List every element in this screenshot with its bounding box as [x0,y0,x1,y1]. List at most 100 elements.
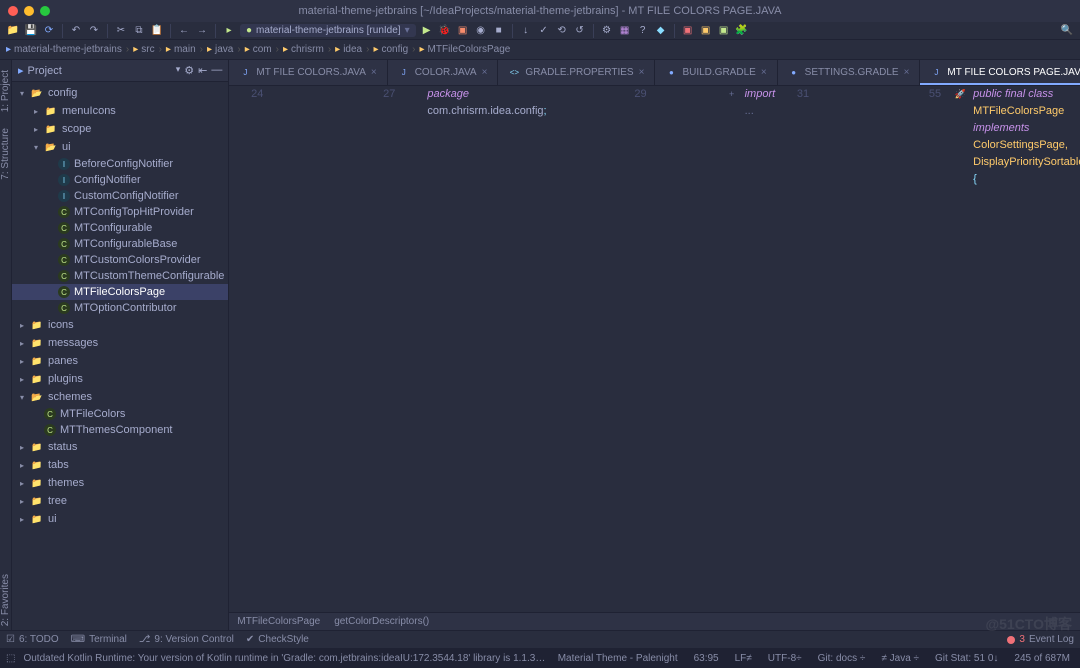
code-line[interactable]: 24 [229,86,295,612]
panel-dropdown-icon[interactable]: ▾ [176,64,181,77]
status-memory[interactable]: 245 of 687M [1010,653,1074,664]
tool-checkstyle[interactable]: ✔CheckStyle [246,634,309,645]
close-tab-icon[interactable]: × [904,67,910,78]
code-line[interactable] [547,86,613,612]
status-git-stat[interactable]: Git Stat: 51 0↓ [931,653,1002,664]
tree-item[interactable]: CMTFileColors [12,406,228,422]
open-icon[interactable]: 📁 [6,24,20,38]
tool-event-log[interactable]: 3Event Log [1007,634,1074,645]
tool-terminal[interactable]: ⌨Terminal [71,634,127,645]
tree-item[interactable]: CMTConfigTopHitProvider [12,204,228,220]
stop-icon[interactable]: ■ [492,24,506,38]
tree-item[interactable]: ▸📁plugins [12,370,228,388]
status-context[interactable]: ≠ Java ÷ [877,653,923,664]
code-line[interactable]: 29 [613,86,679,612]
gutter-mark[interactable] [339,86,357,612]
close-tab-icon[interactable]: × [639,67,645,78]
status-line-sep[interactable]: LF≠ [731,653,756,664]
cut-icon[interactable]: ✂ [114,24,128,38]
build-icon[interactable]: ▸ [222,24,236,38]
tree-item[interactable]: CMTFileColorsPage [12,284,228,300]
settings-gear-icon[interactable]: ⚙ [600,24,614,38]
tree-item[interactable]: CMTThemesComponent [12,422,228,438]
crumb-class[interactable]: MTFileColorsPage [237,616,320,627]
chevron-right-icon[interactable]: ▸ [20,321,30,330]
code-line[interactable]: 27package com.chrisrm.idea.config; [361,86,546,612]
search-everywhere-icon[interactable]: 🔍 [1060,24,1074,38]
status-caret-pos[interactable]: 63:95 [690,653,723,664]
chevron-down-icon[interactable]: ▾ [20,393,30,402]
code-line[interactable]: 55🚀public final class MTFileColorsPage i… [907,86,1080,612]
paste-icon[interactable]: 📋 [150,24,164,38]
editor-tab[interactable]: JMT FILE COLORS PAGE.JAVA× [920,60,1080,85]
breadcrumb-segment[interactable]: ▸chrisrm [283,44,324,55]
chevron-right-icon[interactable]: ▸ [20,497,30,506]
gutter-mark[interactable] [273,86,291,612]
run-configuration-selector[interactable]: ● material-theme-jetbrains [runIde] ▾ [240,24,416,37]
tree-item[interactable]: CMTOptionContributor [12,300,228,316]
tree-item[interactable]: CMTCustomThemeConfigurable [12,268,228,284]
chevron-right-icon[interactable]: ▸ [20,339,30,348]
tree-item[interactable]: IBeforeConfigNotifier [12,156,228,172]
breadcrumb-segment[interactable]: ▸main [166,44,196,55]
tree-item[interactable]: IConfigNotifier [12,172,228,188]
editor-tab[interactable]: JMT FILE COLORS.JAVA× [229,60,387,85]
code-line[interactable] [841,86,907,612]
status-theme[interactable]: Material Theme - Palenight [554,653,682,664]
coverage-icon[interactable]: ▣ [456,24,470,38]
close-tab-icon[interactable]: × [482,67,488,78]
plugin-icon[interactable]: ▦ [618,24,632,38]
panel-collapse-icon[interactable]: ⇤ [198,64,207,77]
status-git-branch[interactable]: Git: docs ÷ [814,653,870,664]
chevron-right-icon[interactable]: ▸ [20,461,30,470]
undo-icon[interactable]: ↶ [69,24,83,38]
panel-settings-icon[interactable]: ⚙ [184,64,194,77]
profile-icon[interactable]: ◉ [474,24,488,38]
tree-item[interactable]: ▸📁tree [12,492,228,510]
status-icon[interactable]: ⬚ [6,653,15,664]
tree-item[interactable]: CMTConfigurableBase [12,236,228,252]
tree-item[interactable]: ▸📁tabs [12,456,228,474]
tree-item[interactable]: ▸📁themes [12,474,228,492]
tool-favorites[interactable]: 2: Favorites [0,570,11,630]
gutter-mark[interactable]: + [723,86,741,612]
breadcrumb-segment[interactable]: ▸idea [335,44,362,55]
crumb-method[interactable]: getColorDescriptors() [334,616,429,627]
chevron-right-icon[interactable]: ▸ [34,125,44,134]
tree-item[interactable]: ICustomConfigNotifier [12,188,228,204]
tool-project[interactable]: 1: Project [0,66,11,116]
tree-item[interactable]: ▾📂config [12,84,228,102]
tree-item[interactable]: ▸📁icons [12,316,228,334]
run-icon[interactable]: ▶ [420,24,434,38]
chevron-right-icon[interactable]: ▸ [20,479,30,488]
save-icon[interactable]: 💾 [24,24,38,38]
tool-structure[interactable]: 7: Structure [0,124,11,184]
copy-icon[interactable]: ⧉ [132,24,146,38]
help-icon[interactable]: ? [636,24,650,38]
tool-todo[interactable]: ☑6: TODO [6,634,59,645]
breadcrumb-segment[interactable]: ▸material-theme-jetbrains [6,44,122,55]
maximize-window-icon[interactable] [40,6,50,16]
breadcrumb-segment[interactable]: ▸config [373,44,408,55]
code-line[interactable]: +import ... [679,86,776,612]
redo-icon[interactable]: ↷ [87,24,101,38]
theme-icon[interactable]: ◆ [654,24,668,38]
tool-version-control[interactable]: ⎇9: Version Control [139,634,234,645]
vcs-update-icon[interactable]: ↓ [519,24,533,38]
tree-item[interactable]: CMTConfigurable [12,220,228,236]
vcs-commit-icon[interactable]: ✓ [537,24,551,38]
chevron-down-icon[interactable]: ▾ [20,89,30,98]
back-icon[interactable]: ← [177,24,191,38]
editor-tab[interactable]: ●BUILD.GRADLE× [655,60,777,85]
gutter-mark[interactable] [657,86,675,612]
mt-icon-4[interactable]: 🧩 [735,24,749,38]
mt-icon-3[interactable]: ▣ [717,24,731,38]
vcs-revert-icon[interactable]: ↺ [573,24,587,38]
mt-icon-2[interactable]: ▣ [699,24,713,38]
chevron-right-icon[interactable]: ▸ [20,357,30,366]
gutter-mark[interactable] [819,86,837,612]
tree-item[interactable]: ▸📁menuIcons [12,102,228,120]
tree-item[interactable]: ▾📂schemes [12,388,228,406]
breadcrumb-segment[interactable]: ▸com [245,44,272,55]
editor-tab[interactable]: JCOLOR.JAVA× [388,60,499,85]
